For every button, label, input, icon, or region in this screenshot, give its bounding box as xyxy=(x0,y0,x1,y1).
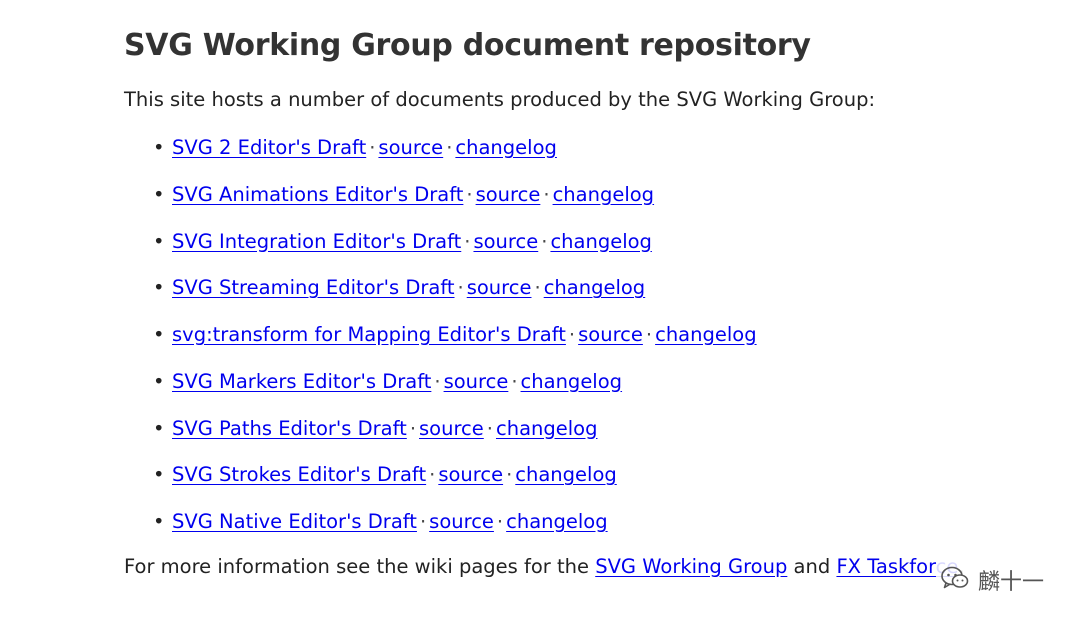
separator: · xyxy=(506,463,513,487)
separator: · xyxy=(409,416,417,440)
list-item: • SVG Native Editor's Draft · source · chang… xyxy=(153,510,757,557)
draft-link[interactable]: SVG 2 Editor's Draft xyxy=(172,136,366,159)
separator: · xyxy=(429,463,436,487)
source-link[interactable]: source xyxy=(578,323,643,346)
footer-prefix: For more information see the wiki pages … xyxy=(124,555,596,578)
separator: · xyxy=(543,182,550,206)
svg-working-group-link[interactable]: SVG Working Group xyxy=(595,555,787,578)
separator: · xyxy=(645,323,653,346)
draft-link[interactable]: SVG Animations Editor's Draft xyxy=(172,183,463,206)
bullet: • xyxy=(153,369,165,393)
source-link[interactable]: source xyxy=(419,417,484,440)
watermark: 麟十一 xyxy=(935,562,1050,598)
separator: · xyxy=(511,369,518,393)
bullet: • xyxy=(153,276,165,300)
footer-text: For more information see the wiki pages … xyxy=(124,555,965,578)
list-item: • SVG Strokes Editor's Draft · source · chan… xyxy=(153,463,757,510)
separator: · xyxy=(464,229,471,253)
separator: · xyxy=(369,136,376,159)
draft-link[interactable]: SVG Native Editor's Draft xyxy=(172,510,417,533)
draft-link[interactable]: SVG Streaming Editor's Draft xyxy=(172,276,455,299)
watermark-text: 麟十一 xyxy=(977,570,1044,595)
list-item: • SVG Integration Editor's Draft · source ·… xyxy=(153,229,757,277)
bullet: • xyxy=(153,182,165,206)
changelog-link[interactable]: changelog xyxy=(544,276,646,299)
separator: · xyxy=(466,182,473,206)
separator: · xyxy=(541,229,548,253)
source-link[interactable]: source xyxy=(429,510,494,533)
draft-link[interactable]: SVG Paths Editor's Draft xyxy=(172,417,407,440)
separator: · xyxy=(419,510,427,533)
source-link[interactable]: source xyxy=(378,136,443,159)
changelog-link[interactable]: changelog xyxy=(506,510,608,533)
footer-conjunction: and xyxy=(787,555,837,578)
bullet: • xyxy=(153,229,165,253)
bullet: • xyxy=(153,323,165,346)
page-title: SVG Working Group document repository xyxy=(124,28,811,63)
separator: · xyxy=(568,323,576,346)
separator: · xyxy=(486,416,493,440)
separator: · xyxy=(446,136,453,159)
list-item: • SVG 2 Editor's Draft · source · changelog xyxy=(153,136,757,183)
changelog-link[interactable]: changelog xyxy=(521,370,623,393)
changelog-link[interactable]: changelog xyxy=(455,136,557,159)
separator: · xyxy=(457,276,464,300)
list-item: • SVG Paths Editor's Draft · source · change… xyxy=(153,416,757,464)
separator: · xyxy=(496,510,504,533)
source-link[interactable]: source xyxy=(473,230,538,253)
draft-link[interactable]: SVG Markers Editor's Draft xyxy=(172,370,431,393)
bullet: • xyxy=(153,416,165,440)
changelog-link[interactable]: changelog xyxy=(515,463,617,486)
wechat-icon xyxy=(940,565,970,595)
source-link[interactable]: source xyxy=(467,276,532,299)
bullet: • xyxy=(153,136,165,159)
draft-link[interactable]: svg:transform for Mapping Editor's Draft xyxy=(172,323,566,346)
list-item: • svg:transform for Mapping Editor's Dra… xyxy=(153,323,757,370)
changelog-link[interactable]: changelog xyxy=(553,183,655,206)
source-link[interactable]: source xyxy=(438,463,503,486)
source-link[interactable]: source xyxy=(444,370,509,393)
document-list: • SVG 2 Editor's Draft · source · changelog … xyxy=(124,136,757,557)
draft-link[interactable]: SVG Strokes Editor's Draft xyxy=(172,463,426,486)
draft-link[interactable]: SVG Integration Editor's Draft xyxy=(172,230,461,253)
changelog-link[interactable]: changelog xyxy=(655,323,757,346)
list-item: • SVG Markers Editor's Draft · source · chan… xyxy=(153,369,757,417)
list-item: • SVG Animations Editor's Draft · source · c… xyxy=(153,182,757,230)
changelog-link[interactable]: changelog xyxy=(496,417,598,440)
bullet: • xyxy=(153,510,165,533)
bullet: • xyxy=(153,463,165,487)
intro-text: This site hosts a number of documents pr… xyxy=(124,88,876,111)
list-item: • SVG Streaming Editor's Draft · source · ch… xyxy=(153,276,757,323)
separator: · xyxy=(434,369,441,393)
changelog-link[interactable]: changelog xyxy=(550,230,652,253)
separator: · xyxy=(534,276,541,300)
source-link[interactable]: source xyxy=(476,183,541,206)
